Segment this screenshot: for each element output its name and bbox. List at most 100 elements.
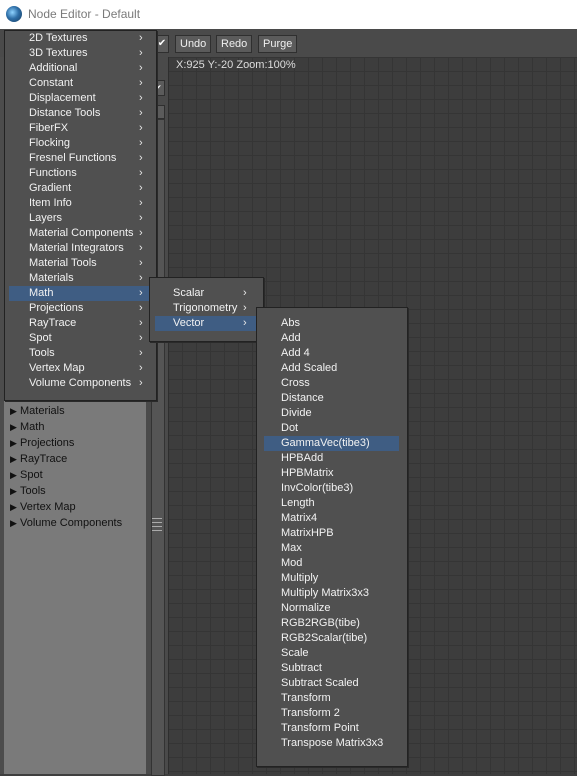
menu-item-3d-textures[interactable]: 3D Textures ›: [9, 46, 152, 61]
menu-item-material-integrators[interactable]: Material Integrators ›: [9, 241, 152, 256]
menu-item-displacement[interactable]: Displacement ›: [9, 91, 152, 106]
menu-item-gradient[interactable]: Gradient ›: [9, 181, 152, 196]
chevron-right-icon: ›: [243, 317, 247, 329]
menu-item-gammavec-tibe3[interactable]: GammaVec(tibe3): [264, 436, 399, 451]
tree-arrow-icon[interactable]: ▶: [10, 451, 20, 467]
menu-item-constant[interactable]: Constant ›: [9, 76, 152, 91]
purge-button[interactable]: Purge: [258, 35, 298, 53]
menu-item-dot[interactable]: Dot: [264, 421, 399, 436]
tree-arrow-icon[interactable]: ▶: [10, 419, 20, 435]
menu-item-flocking[interactable]: Flocking ›: [9, 136, 152, 151]
menu-item-matrix4[interactable]: Matrix4: [264, 511, 399, 526]
tree-item-tools[interactable]: ▶ Tools: [10, 483, 46, 499]
chevron-right-icon: ›: [139, 122, 143, 134]
menu-item-length[interactable]: Length: [264, 496, 399, 511]
tree-item-spot[interactable]: ▶ Spot: [10, 467, 43, 483]
menu-item-max[interactable]: Max: [264, 541, 399, 556]
menu-item-raytrace[interactable]: RayTrace ›: [9, 316, 152, 331]
chevron-right-icon: ›: [139, 197, 143, 209]
app-icon: [6, 6, 22, 22]
menu-item-add-4[interactable]: Add 4: [264, 346, 399, 361]
tree-item-projections[interactable]: ▶ Projections: [10, 435, 74, 451]
menu-item-cross[interactable]: Cross: [264, 376, 399, 391]
menu-item-hpbadd[interactable]: HPBAdd: [264, 451, 399, 466]
menu-item-multiply-matrix3x3[interactable]: Multiply Matrix3x3: [264, 586, 399, 601]
menu-item-label: Transform 2: [281, 707, 340, 719]
menu-item-transpose-matrix3x3[interactable]: Transpose Matrix3x3: [264, 736, 399, 751]
tree-arrow-icon[interactable]: ▶: [10, 483, 20, 499]
tree-item-raytrace[interactable]: ▶ RayTrace: [10, 451, 67, 467]
tree-arrow-icon[interactable]: ▶: [10, 435, 20, 451]
undo-button[interactable]: Undo: [175, 35, 212, 53]
redo-button[interactable]: Redo: [216, 35, 253, 53]
window-title: Node Editor - Default: [28, 7, 141, 21]
menu-item-trigonometry[interactable]: Trigonometry ›: [155, 301, 258, 316]
tree-item-volume-components[interactable]: ▶ Volume Components: [10, 515, 122, 531]
tree-arrow-icon[interactable]: ▶: [10, 467, 20, 483]
menu-item-distance-tools[interactable]: Distance Tools ›: [9, 106, 152, 121]
chevron-down-icon[interactable]: ✔: [155, 35, 169, 53]
menu-item-label: Gradient: [29, 182, 72, 194]
tree-item-materials[interactable]: ▶ Materials: [10, 403, 65, 419]
menu-item-fresnel-functions[interactable]: Fresnel Functions ›: [9, 151, 152, 166]
chevron-right-icon: ›: [139, 212, 143, 224]
menu-item-spot[interactable]: Spot ›: [9, 331, 152, 346]
menu-item-rgb2rgb-tibe[interactable]: RGB2RGB(tibe): [264, 616, 399, 631]
menu-item-invcolor-tibe3[interactable]: InvColor(tibe3): [264, 481, 399, 496]
tree-arrow-icon[interactable]: ▶: [10, 403, 20, 419]
tree-item-vertex-map[interactable]: ▶ Vertex Map: [10, 499, 76, 515]
menu-item-materials[interactable]: Materials ›: [9, 271, 152, 286]
menu-item-label: Subtract: [281, 662, 322, 674]
math-submenu: Scalar › Trigonometry › Vector ›: [149, 277, 264, 342]
menu-item-tools[interactable]: Tools ›: [9, 346, 152, 361]
menu-item-add-scaled[interactable]: Add Scaled: [264, 361, 399, 376]
menu-item-label: Normalize: [281, 602, 331, 614]
menu-item-normalize[interactable]: Normalize: [264, 601, 399, 616]
menu-item-scalar[interactable]: Scalar ›: [155, 286, 258, 301]
menu-item-fiberfx[interactable]: FiberFX ›: [9, 121, 152, 136]
menu-item-label: Displacement: [29, 92, 96, 104]
menu-item-label: Cross: [281, 377, 310, 389]
menu-item-label: Multiply: [281, 572, 319, 584]
menu-item-transform-2[interactable]: Transform 2: [264, 706, 399, 721]
menu-item-label: 2D Textures: [29, 32, 88, 44]
menu-item-additional[interactable]: Additional ›: [9, 61, 152, 76]
menu-item-math[interactable]: Math ›: [9, 286, 152, 301]
chevron-right-icon: ›: [243, 302, 247, 314]
menu-item-functions[interactable]: Functions ›: [9, 166, 152, 181]
menu-item-divide[interactable]: Divide: [264, 406, 399, 421]
tree-arrow-icon[interactable]: ▶: [10, 515, 20, 531]
tree-arrow-icon[interactable]: ▶: [10, 499, 20, 515]
menu-item-label: RGB2Scalar(tibe): [281, 632, 368, 644]
grip-icon[interactable]: [152, 518, 162, 532]
menu-item-add[interactable]: Add: [264, 331, 399, 346]
chevron-right-icon: ›: [139, 227, 143, 239]
menu-item-matrixhpb[interactable]: MatrixHPB: [264, 526, 399, 541]
menu-item-transform-point[interactable]: Transform Point: [264, 721, 399, 736]
menu-item-scale[interactable]: Scale: [264, 646, 399, 661]
menu-item-distance[interactable]: Distance: [264, 391, 399, 406]
menu-item-mod[interactable]: Mod: [264, 556, 399, 571]
menu-item-abs[interactable]: Abs: [264, 316, 399, 331]
tree-item-math[interactable]: ▶ Math: [10, 419, 44, 435]
menu-item-subtract[interactable]: Subtract: [264, 661, 399, 676]
menu-item-rgb2scalar-tibe[interactable]: RGB2Scalar(tibe): [264, 631, 399, 646]
menu-item-item-info[interactable]: Item Info ›: [9, 196, 152, 211]
menu-item-volume-components[interactable]: Volume Components ›: [9, 376, 152, 391]
chevron-right-icon: ›: [139, 377, 143, 389]
menu-item-material-components[interactable]: Material Components ›: [9, 226, 152, 241]
menu-item-vertex-map[interactable]: Vertex Map ›: [9, 361, 152, 376]
menu-item-multiply[interactable]: Multiply: [264, 571, 399, 586]
menu-item-2d-textures[interactable]: 2D Textures ›: [9, 31, 152, 46]
menu-item-hpbmatrix[interactable]: HPBMatrix: [264, 466, 399, 481]
menu-item-transform[interactable]: Transform: [264, 691, 399, 706]
menu-item-vector[interactable]: Vector ›: [155, 316, 258, 331]
menu-item-label: Vertex Map: [29, 362, 85, 374]
menu-item-label: RayTrace: [29, 317, 77, 329]
tree-item-label: Projections: [20, 437, 75, 449]
menu-item-label: Add Scaled: [281, 362, 338, 374]
menu-item-layers[interactable]: Layers ›: [9, 211, 152, 226]
menu-item-material-tools[interactable]: Material Tools ›: [9, 256, 152, 271]
menu-item-projections[interactable]: Projections ›: [9, 301, 152, 316]
menu-item-subtract-scaled[interactable]: Subtract Scaled: [264, 676, 399, 691]
